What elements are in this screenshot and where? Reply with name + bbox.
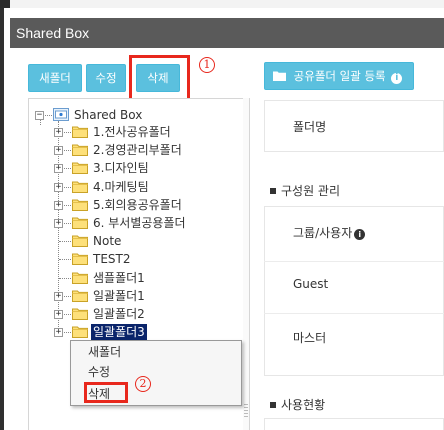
folder-icon: [72, 217, 88, 229]
tree-expand-toggle[interactable]: +: [54, 183, 63, 192]
row-divider: [264, 313, 444, 314]
info-icon: i: [391, 73, 403, 84]
tree-folder-label: TEST2: [93, 252, 131, 266]
usage-table: [264, 418, 444, 430]
panel-title: Shared Box: [16, 25, 90, 41]
step-marker-2: 2: [135, 376, 151, 392]
tree-folder-node[interactable]: 1.전사공유폴더: [72, 124, 173, 141]
folder-icon: [72, 235, 88, 247]
new-folder-button[interactable]: 새폴더: [28, 64, 82, 92]
edit-button[interactable]: 수정: [86, 64, 126, 92]
tree-guide: [45, 115, 52, 116]
folder-icon: [72, 126, 88, 138]
usage-section-label: 사용현황: [281, 398, 326, 412]
tree-folder-node[interactable]: 6. 부서별공용폴더: [72, 215, 188, 232]
info-icon: i: [354, 229, 366, 240]
tree-folder-label: Note: [93, 234, 122, 248]
tree-guide: [59, 241, 71, 242]
tree-expand-toggle[interactable]: +: [54, 310, 63, 319]
tree-folder-node[interactable]: 2.경영관리부폴더: [72, 142, 184, 159]
scroll-grip[interactable]: [244, 404, 248, 418]
tree-folder-label: 6. 부서별공용폴더: [93, 216, 186, 230]
bullet-square: [270, 188, 276, 194]
tree-expand-toggle[interactable]: +: [54, 128, 63, 137]
highlight-box-context-delete: [84, 382, 128, 403]
tree-expand-toggle[interactable]: +: [54, 164, 63, 173]
folder-icon: [72, 181, 88, 193]
tree-scrollbar[interactable]: [243, 98, 249, 430]
members-section-label: 구성원 관리: [281, 184, 341, 198]
tree-folder-label: 일괄폴더2: [93, 307, 145, 321]
tree-folder-node[interactable]: Note: [72, 233, 123, 250]
tree-root-node[interactable]: Shared Box: [53, 107, 144, 124]
folder-icon: [72, 253, 88, 265]
step-marker-1: 1: [199, 57, 215, 73]
guest-label: Guest: [293, 277, 329, 291]
tree-guide: [59, 278, 71, 279]
context-item-edit[interactable]: 수정: [88, 363, 110, 381]
tree-folder-label: 일괄폴더3: [91, 324, 147, 341]
master-label: 마스터: [293, 331, 327, 345]
tree-guide: [59, 259, 71, 260]
group-user-text: 그룹/사용자: [293, 226, 353, 240]
tree-folder-node[interactable]: 5.회의용공유폴더: [72, 197, 184, 214]
tree-folder-node[interactable]: 4.마케팅팀: [72, 179, 151, 196]
bullet-square: [270, 402, 276, 408]
tree-expand-toggle[interactable]: +: [54, 219, 63, 228]
tree-folder-label: 2.경영관리부폴더: [93, 143, 182, 157]
folder-icon: [72, 308, 88, 320]
group-user-label: 그룹/사용자 i: [293, 224, 366, 241]
tree-expand-toggle[interactable]: +: [54, 201, 63, 210]
members-section-title: 구성원 관리: [270, 182, 340, 199]
folder-name-label: 폴더명: [293, 120, 327, 134]
bulk-register-button[interactable]: 공유폴더 일괄 등록 i: [264, 62, 414, 90]
tree-expand-toggle[interactable]: +: [54, 328, 63, 337]
folder-icon: [72, 144, 88, 156]
folder-icon: [72, 272, 88, 284]
folder-icon: [72, 199, 88, 211]
tree-guide: [40, 120, 41, 125]
bulk-register-label: 공유폴더 일괄 등록: [293, 69, 386, 83]
tree-folder-node[interactable]: 3.디자인팀: [72, 160, 151, 177]
tree-folder-node[interactable]: 일괄폴더3: [72, 324, 147, 341]
tree-folder-node[interactable]: 일괄폴더1: [72, 288, 147, 305]
top-strip: [0, 0, 444, 8]
folder-icon: [72, 326, 88, 338]
top-strip-dark: [0, 0, 10, 8]
tree-expand-toggle[interactable]: +: [54, 146, 63, 155]
left-edge-bar: [0, 8, 4, 430]
shared-box-icon: [53, 108, 69, 121]
folder-icon: [72, 290, 88, 302]
folder-icon: [273, 71, 286, 81]
tree-folder-node[interactable]: TEST2: [72, 251, 133, 268]
tree-folder-label: 1.전사공유폴더: [93, 125, 171, 139]
tree-root-label: Shared Box: [74, 108, 143, 122]
tree-folder-label: 4.마케팅팀: [93, 180, 149, 194]
tree-folder-label: 5.회의용공유폴더: [93, 198, 182, 212]
usage-section-title: 사용현황: [270, 396, 325, 413]
tree-folder-label: 샘플폴더1: [93, 271, 145, 285]
row-divider: [264, 261, 444, 262]
tree-folder-node[interactable]: 일괄폴더2: [72, 306, 147, 323]
tree-expand-toggle[interactable]: +: [54, 292, 63, 301]
root-collapse-toggle[interactable]: −: [35, 111, 44, 120]
context-item-new-folder[interactable]: 새폴더: [88, 343, 121, 361]
folder-icon: [72, 162, 88, 174]
tree-folder-label: 3.디자인팀: [93, 161, 149, 175]
tree-folder-node[interactable]: 샘플폴더1: [72, 270, 147, 287]
folder-name-row: [264, 100, 444, 152]
tree-folder-label: 일괄폴더1: [93, 289, 145, 303]
panel-header: Shared Box: [10, 18, 444, 48]
